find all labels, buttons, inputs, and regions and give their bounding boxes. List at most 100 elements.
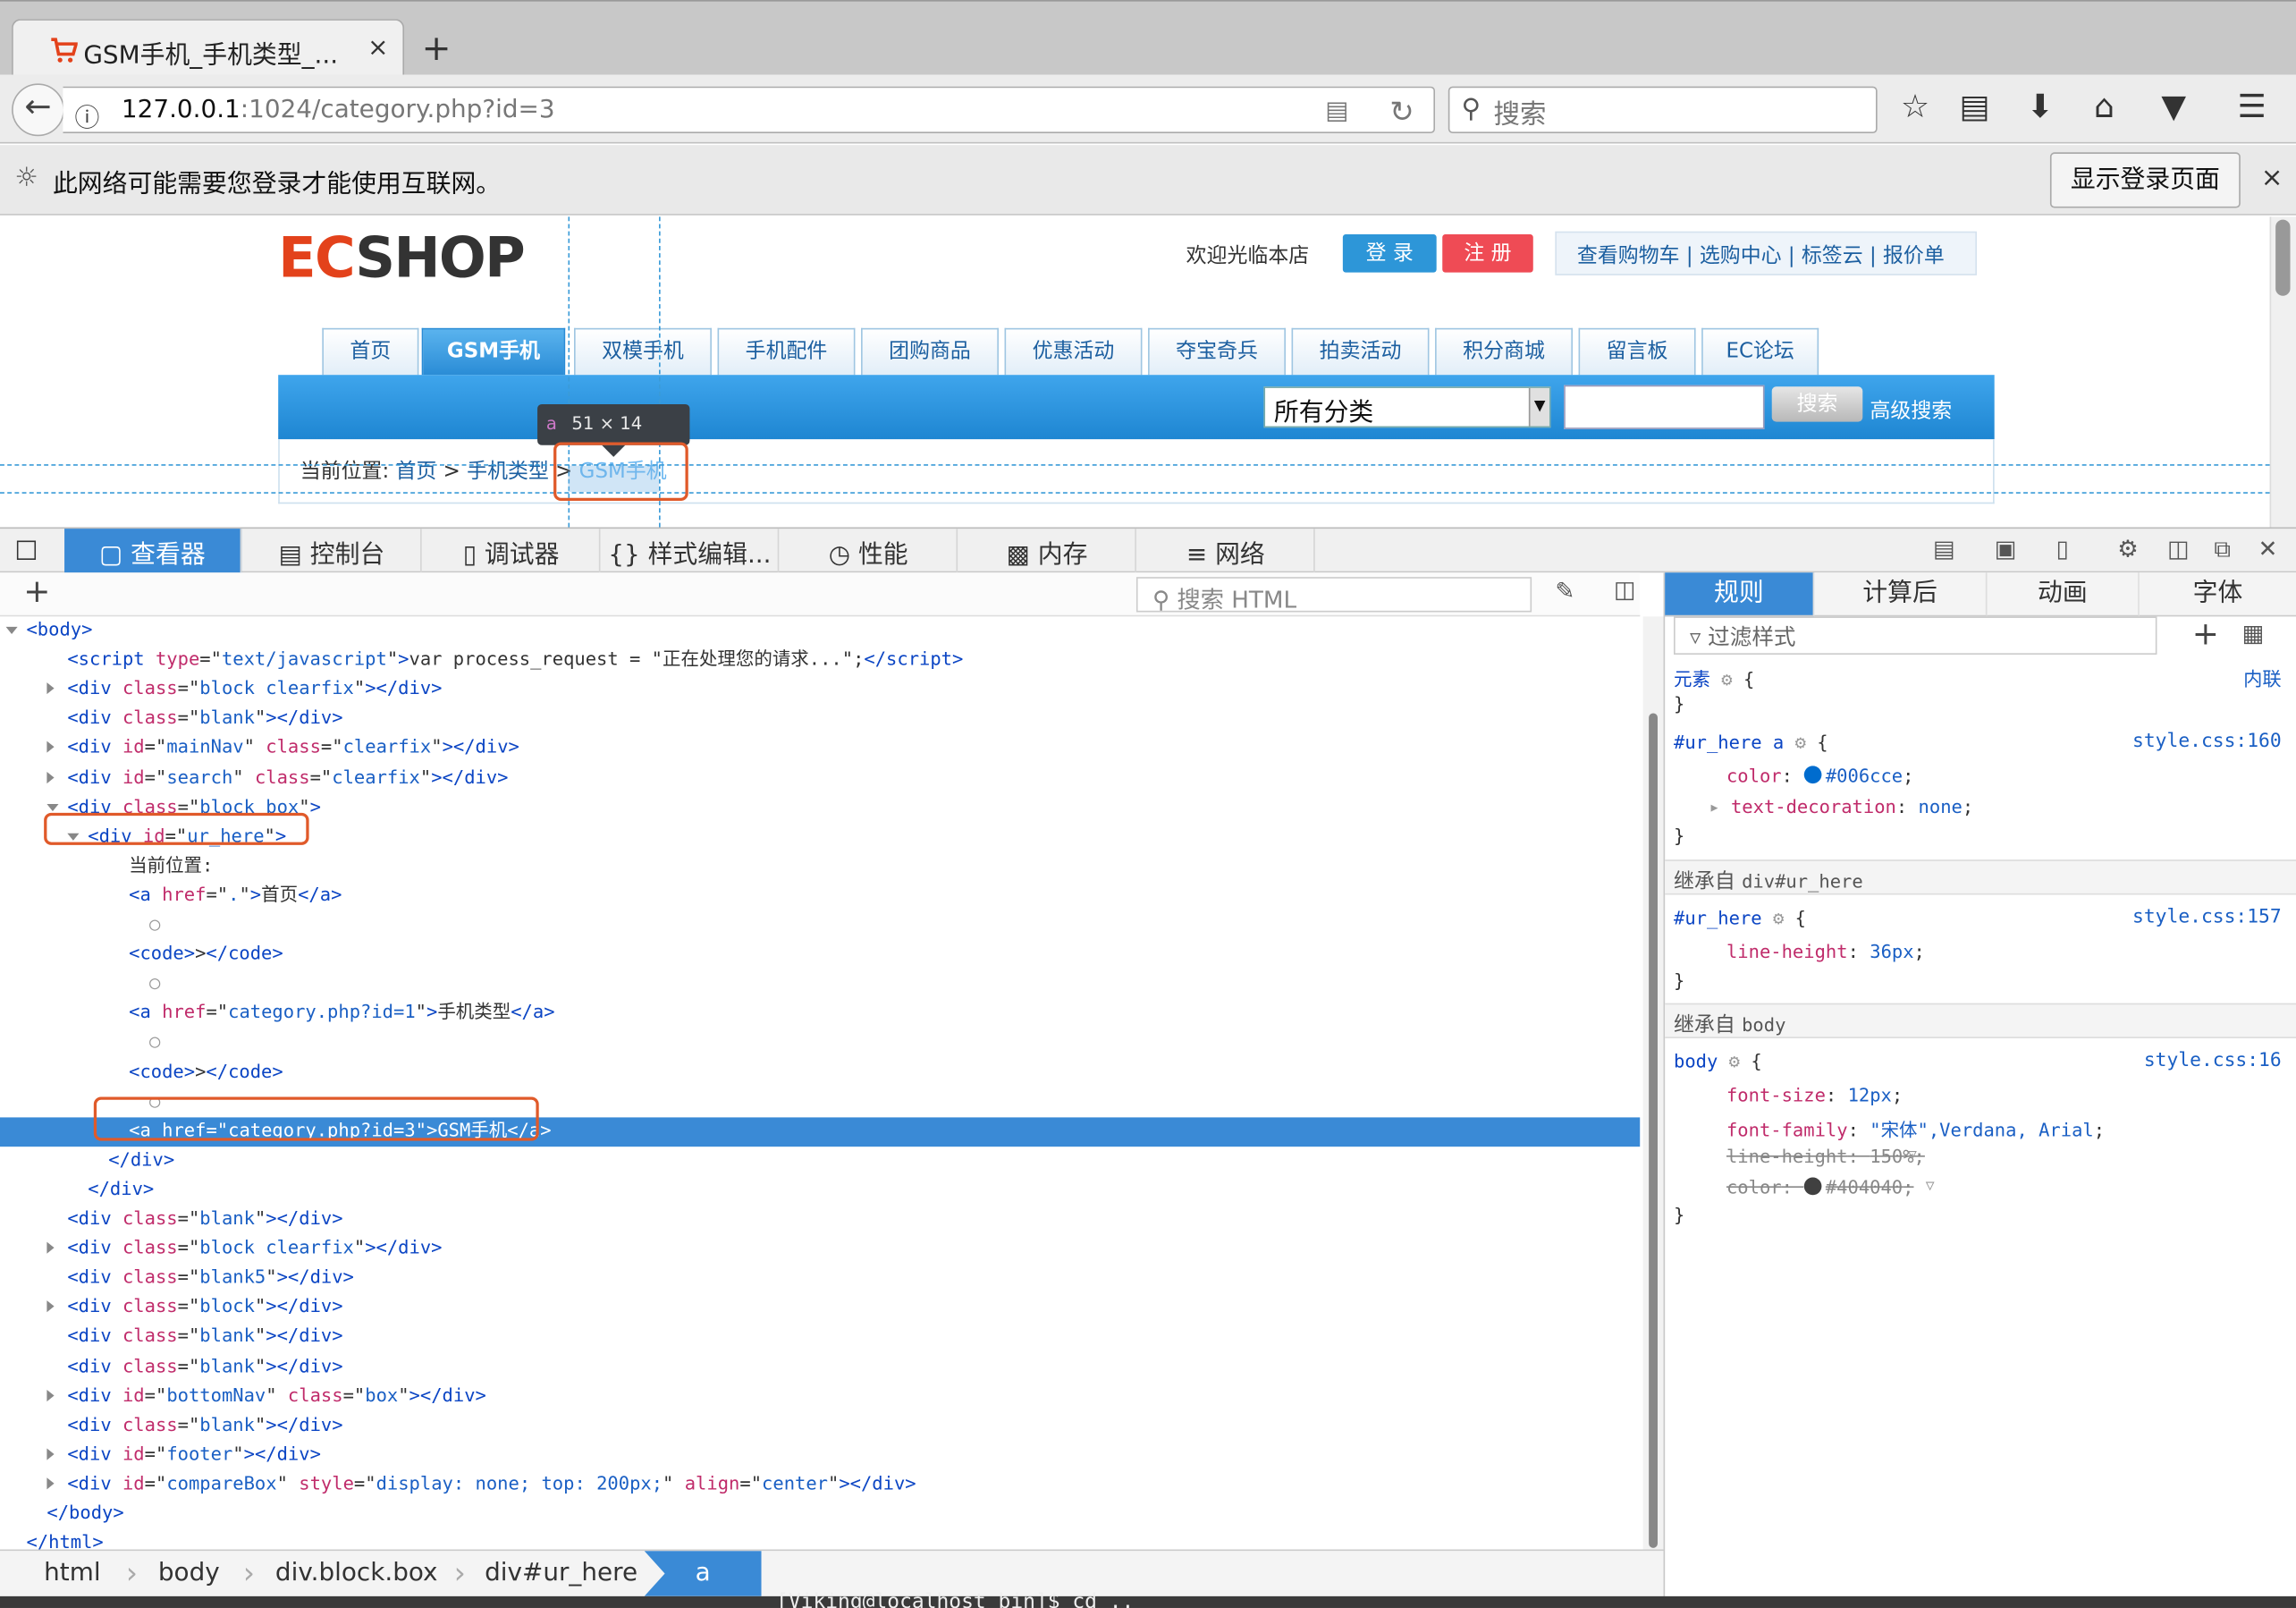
reader-view-icon[interactable]: ▤ [1325, 97, 1348, 126]
new-tab-button[interactable]: + [422, 28, 452, 69]
nav-snatch[interactable]: 夺宝奇兵 [1148, 327, 1286, 376]
add-node-icon[interactable]: + [23, 574, 50, 611]
rule-source-link[interactable]: style.css:160 [2132, 731, 2282, 753]
rule-source-link[interactable]: 内联 [2243, 664, 2282, 691]
nav-group-buy[interactable]: 团购商品 [861, 327, 999, 376]
declaration-font-family[interactable]: font-family: "宋体",Verdana, Arial; [1726, 1114, 2105, 1142]
search-html-input[interactable]: ⚲ 搜索 HTML [1135, 577, 1532, 614]
browser-tab[interactable]: GSM手机_手机类型_... × [12, 19, 405, 78]
scrollbar-thumb[interactable] [2275, 219, 2291, 296]
filter-styles-input[interactable]: ▿ 过滤样式 [1674, 616, 2157, 655]
tab-style-editor[interactable]: {} 样式编辑... [602, 529, 780, 573]
page-scrollbar[interactable] [2269, 216, 2296, 528]
markup-node[interactable]: ○ [0, 911, 1640, 941]
nav-points-mall[interactable]: 积分商城 [1435, 327, 1573, 376]
markup-node[interactable]: <div class="block clearfix"></div> [0, 675, 1640, 705]
markup-node[interactable]: <div class="blank"></div> [0, 1323, 1640, 1352]
download-icon[interactable]: ⬇ [2027, 89, 2054, 126]
markup-node[interactable]: <div id="search" class="clearfix"></div> [0, 764, 1640, 793]
markup-node[interactable]: ○ [0, 1028, 1640, 1058]
collapsed-twisty-icon[interactable] [46, 741, 55, 754]
register-button[interactable]: 注 册 [1442, 234, 1533, 273]
gear-icon[interactable]: ⚙ [1773, 907, 1784, 929]
crumb-div-ur-here[interactable]: div#ur_here [485, 1558, 637, 1587]
nav-dual-mode[interactable]: 双模手机 [574, 327, 712, 376]
responsive-mode-icon[interactable]: ▯ [2055, 535, 2068, 563]
toggle-sidebar-icon[interactable]: ◫ [1614, 576, 1636, 604]
gear-icon[interactable]: ⚙ [1721, 668, 1732, 690]
nav-forum[interactable]: EC论坛 [1701, 327, 1819, 376]
menu-icon[interactable]: ☰ [2238, 89, 2266, 126]
add-rule-icon[interactable]: + [2192, 616, 2219, 653]
tab-network[interactable]: ≡ 网络 [1138, 529, 1315, 573]
reload-icon[interactable]: ↻ [1389, 94, 1414, 129]
gear-icon[interactable]: ⚙ [2117, 535, 2138, 563]
markup-view[interactable]: <body> <script type="text/javascript">var… [0, 616, 1641, 1550]
search-submit-button[interactable]: 搜索 [1771, 386, 1863, 422]
back-button[interactable]: ← [12, 83, 65, 137]
expanded-twisty-icon[interactable] [5, 626, 18, 635]
markup-node[interactable]: </div> [0, 1147, 1640, 1176]
collapsed-twisty-icon[interactable] [46, 1241, 55, 1254]
collapsed-twisty-icon[interactable] [46, 1448, 55, 1460]
crumb-div-block-box[interactable]: div.block.box [275, 1558, 438, 1587]
markup-node[interactable]: <div class="blank"></div> [0, 1206, 1640, 1235]
bookmark-star-icon[interactable]: ☆ [1901, 89, 1929, 126]
markup-scrollbar[interactable] [1642, 616, 1664, 1550]
rule-source-link[interactable]: style.css:16 [2144, 1050, 2282, 1072]
tab-memory[interactable]: ▩ 内存 [959, 529, 1136, 573]
tab-inspector[interactable]: ▢ 查看器 [64, 529, 242, 573]
collapsed-twisty-icon[interactable] [46, 1389, 55, 1401]
nav-guestbook[interactable]: 留言板 [1578, 327, 1696, 376]
crumb-a[interactable]: a [644, 1551, 762, 1596]
site-info-icon[interactable]: ⓘ [75, 97, 100, 133]
advanced-search-link[interactable]: 高级搜索 [1870, 395, 1952, 425]
ecshop-logo[interactable]: ECSHOP [278, 225, 526, 290]
gear-icon[interactable]: ⚙ [1795, 731, 1806, 753]
declaration-line-height-overridden[interactable]: line-height: 150%; [1726, 1146, 1925, 1168]
markup-node[interactable]: <div id="mainNav" class="clearfix"></div… [0, 734, 1640, 764]
markup-node[interactable]: </body> [0, 1500, 1640, 1529]
filter-icon[interactable]: ▿ [1908, 1144, 1917, 1164]
close-icon[interactable]: × [2261, 163, 2283, 193]
markup-node[interactable]: </html> [0, 1529, 1640, 1549]
collapsed-twisty-icon[interactable] [46, 771, 55, 783]
category-select[interactable]: 所有分类 ▼ [1263, 386, 1551, 428]
markup-node[interactable]: <a href="category.php?id=1">手机类型</a> [0, 999, 1640, 1028]
tab-rules[interactable]: 规则 [1665, 572, 1815, 617]
nav-promotions[interactable]: 优惠活动 [1004, 327, 1143, 376]
markup-node[interactable]: </div> [0, 1176, 1640, 1206]
scrollbar-thumb[interactable] [1649, 713, 1658, 1548]
collapsed-twisty-icon[interactable] [46, 1300, 55, 1313]
declaration-text-decoration[interactable]: ▸ text-decoration: none; [1709, 795, 1973, 817]
markup-node[interactable]: <script type="text/javascript">var proce… [0, 646, 1640, 675]
pocket-icon[interactable]: ▼ [2161, 89, 2186, 126]
color-swatch[interactable] [1803, 766, 1821, 784]
declaration-line-height[interactable]: line-height: 36px; [1726, 940, 1925, 962]
tab-animations[interactable]: 动画 [1987, 572, 2140, 617]
markup-node[interactable]: <div class="block clearfix"></div> [0, 1235, 1640, 1265]
undock-icon[interactable]: ⧉ [2214, 535, 2231, 564]
tab-fonts[interactable]: 字体 [2139, 572, 2296, 617]
crumb-body[interactable]: body [158, 1558, 220, 1587]
gear-icon[interactable]: ⚙ [1729, 1050, 1740, 1072]
show-login-page-button[interactable]: 显示登录页面 [2049, 152, 2241, 208]
web-search-box[interactable]: ⚲ 搜索 [1448, 86, 1878, 134]
tab-close-icon[interactable]: × [367, 34, 388, 63]
keyword-input[interactable] [1564, 385, 1765, 429]
dock-side-icon[interactable]: ◫ [2167, 535, 2190, 563]
declaration-color-overridden[interactable]: color: #404040; [1726, 1176, 1914, 1198]
tab-computed[interactable]: 计算后 [1814, 572, 1988, 617]
markup-node[interactable]: <div id="bottomNav" class="box"></div> [0, 1382, 1640, 1411]
top-links[interactable]: 查看购物车 | 选购中心 | 标签云 | 报价单 [1555, 231, 1978, 275]
tab-console[interactable]: ▤ 控制台 [243, 529, 422, 573]
markup-node[interactable]: <div class="blank"></div> [0, 1411, 1640, 1441]
markup-node[interactable]: <div class="blank"></div> [0, 705, 1640, 734]
login-button[interactable]: 登 录 [1342, 234, 1437, 273]
dock-layout-icon[interactable]: ▤ [1933, 535, 1955, 563]
markup-node[interactable]: <div id="compareBox" style="display: non… [0, 1470, 1640, 1500]
tab-performance[interactable]: ◷ 性能 [781, 529, 958, 573]
nav-home[interactable]: 首页 [322, 327, 419, 376]
rule-source-link[interactable]: style.css:157 [2132, 907, 2282, 929]
expanded-twisty-icon[interactable] [46, 803, 59, 811]
